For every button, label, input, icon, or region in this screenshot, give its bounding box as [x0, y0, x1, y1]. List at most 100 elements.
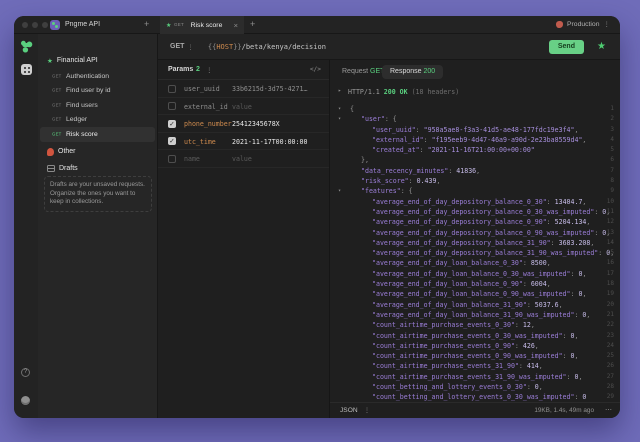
window-control-icon[interactable] [32, 22, 38, 28]
json-token: , [582, 290, 586, 298]
json-tokens: "average_end_of_day_depository_balance_0… [330, 217, 590, 227]
param-value-field[interactable]: 2021-11-17T00:00:00 [232, 138, 307, 146]
param-checkbox[interactable] [168, 85, 176, 93]
method-dropdown-icon[interactable]: ⋮ [187, 43, 194, 51]
format-dropdown-icon[interactable]: ⋮ [364, 407, 370, 414]
json-token: : [563, 352, 571, 360]
params-title[interactable]: Params [168, 66, 193, 73]
request-item-risk-score[interactable]: GETRisk score [40, 127, 155, 142]
json-tokens: "average_end_of_day_depository_balance_0… [330, 228, 610, 238]
json-line: ▾{1 [330, 104, 620, 114]
code-view-icon[interactable]: </> [310, 66, 321, 73]
json-number-value: 0.439 [417, 177, 437, 185]
param-value-field[interactable]: 25412345678X [232, 120, 280, 128]
fold-caret-icon[interactable]: ▾ [338, 186, 341, 196]
json-tokens: "external_id": "f195eeb9-4d47-46a9-a90d-… [330, 135, 586, 145]
tab-response[interactable]: Response 200 [382, 65, 443, 79]
request-item-authentication[interactable]: GETAuthentication [40, 69, 155, 84]
pngme-logo-icon[interactable] [20, 40, 33, 54]
title-bar: Pngme API + ★ GET Risk score × + Product… [14, 16, 620, 34]
more-options-icon[interactable]: ⋯ [605, 406, 612, 414]
favorite-request-star-icon[interactable]: ★ [597, 40, 606, 54]
param-checkbox[interactable]: ✓ [168, 120, 176, 128]
collapse-caret-icon[interactable]: ▸ [338, 88, 341, 94]
params-count-badge: 2 [196, 66, 200, 73]
param-value-field[interactable]: 33b6215d-3d75-4271… [232, 85, 307, 93]
param-name-field[interactable]: user_uuid [184, 85, 220, 93]
param-checkbox[interactable] [168, 155, 176, 163]
json-token: : [523, 280, 531, 288]
collection-other[interactable]: Other [38, 145, 157, 158]
json-key: "average_end_of_day_loan_balance_0_30" [372, 259, 523, 267]
new-tab-icon[interactable]: + [250, 19, 255, 29]
apps-grid-icon[interactable] [21, 64, 32, 75]
json-number-value: 3683.208 [559, 239, 591, 247]
json-line: "average_end_of_day_depository_balance_0… [330, 197, 620, 207]
tab-method-badge: GET [174, 23, 184, 28]
response-body-lines: ▾{1▾"user": {2"user_uuid": "958a5ae8-f3a… [330, 100, 620, 402]
line-number: 7 [610, 166, 614, 176]
json-line: ▾"features": {9 [330, 186, 620, 196]
json-line: "external_id": "f195eeb9-4d47-46a9-a90d-… [330, 135, 620, 145]
json-token: , [586, 311, 590, 319]
new-tab-icon[interactable]: + [144, 19, 149, 29]
json-key: "average_end_of_day_depository_balance_0… [372, 229, 594, 237]
json-token: , [582, 198, 586, 206]
request-item-ledger[interactable]: GETLedger [40, 113, 155, 128]
body-format-selector[interactable]: JSON [340, 407, 358, 414]
fold-caret-icon[interactable]: ▾ [338, 104, 341, 114]
help-icon[interactable]: ? [21, 368, 30, 377]
json-tokens: "data_recency_minutes": 41836, [330, 166, 480, 176]
request-item-label: Ledger [66, 116, 87, 123]
send-button[interactable]: Send [549, 40, 584, 54]
params-dropdown-icon[interactable]: ⋮ [206, 66, 213, 74]
param-name-field[interactable]: name [184, 155, 200, 163]
line-number: 19 [607, 289, 614, 299]
json-line: "count_airtime_purchase_events_0_30_was_… [330, 331, 620, 341]
collection-financial-api[interactable]: ★ Financial API [38, 54, 157, 67]
fold-caret-icon[interactable]: ▾ [338, 114, 341, 124]
environment-label: Production [567, 21, 600, 28]
drafts-section[interactable]: Drafts [38, 162, 157, 175]
main-pane: GET ⋮ {{HOST}}/beta/kenya/decision Send … [158, 34, 620, 418]
json-number-value: 0 [582, 393, 586, 401]
param-name-field[interactable]: external_id [184, 103, 228, 111]
workspace-icon[interactable] [50, 20, 60, 30]
workspace-title[interactable]: Pngme API [65, 21, 100, 28]
method-badge: GET [52, 75, 62, 79]
environment-selector[interactable]: Production ⋮ [556, 20, 610, 28]
param-checkbox[interactable]: ✓ [168, 137, 176, 145]
json-tokens: "user_uuid": "958a5ae8-f3a3-41d5-ae48-17… [330, 125, 578, 135]
json-string-value: "2021-11-16T21:00:00+00:00" [428, 146, 535, 154]
param-name-field[interactable]: phone_number [184, 120, 232, 128]
http-status-line[interactable]: ▸ HTTP/1.1 200 OK (18 headers) [330, 84, 620, 100]
param-row: ✓ utc_time 2021-11-17T00:00:00 [158, 133, 329, 151]
url-path: /beta/kenya/decision [242, 43, 326, 51]
line-number: 17 [607, 269, 614, 279]
window-control-icon[interactable] [42, 22, 48, 28]
tab-close-icon[interactable]: × [234, 21, 238, 30]
url-input[interactable]: {{HOST}}/beta/kenya/decision [208, 43, 326, 51]
param-name-field[interactable]: utc_time [184, 138, 216, 146]
request-item-find-users[interactable]: GETFind users [40, 98, 155, 113]
tab-request[interactable]: Request GET [342, 68, 384, 75]
window-control-icon[interactable] [22, 22, 28, 28]
response-footer: JSON ⋮ 19KB, 1.4s, 49m ago ⋯ [330, 402, 620, 418]
json-line: },6 [330, 155, 620, 165]
headers-count: (18 headers) [412, 88, 460, 96]
line-number: 4 [610, 135, 614, 145]
tab-risk-score[interactable]: ★ GET Risk score × [160, 16, 244, 34]
json-line: "data_recency_minutes": 41836, 7 [330, 166, 620, 176]
request-item-find-user-by-id[interactable]: GETFind user by id [40, 84, 155, 99]
json-token: : [523, 259, 531, 267]
param-value-field[interactable]: value [232, 155, 252, 163]
json-tokens: "average_end_of_day_loan_balance_31_90_w… [330, 310, 590, 320]
params-header: Params 2 ⋮ </> [158, 60, 329, 80]
json-token: : [519, 362, 527, 370]
param-value-field[interactable]: value [232, 103, 252, 111]
param-checkbox[interactable] [168, 102, 176, 110]
method-selector[interactable]: GET [170, 43, 184, 50]
account-globe-icon[interactable] [21, 396, 30, 405]
json-key: "count_airtime_purchase_events_0_30" [372, 321, 515, 329]
json-key: "average_end_of_day_depository_balance_0… [372, 218, 547, 226]
